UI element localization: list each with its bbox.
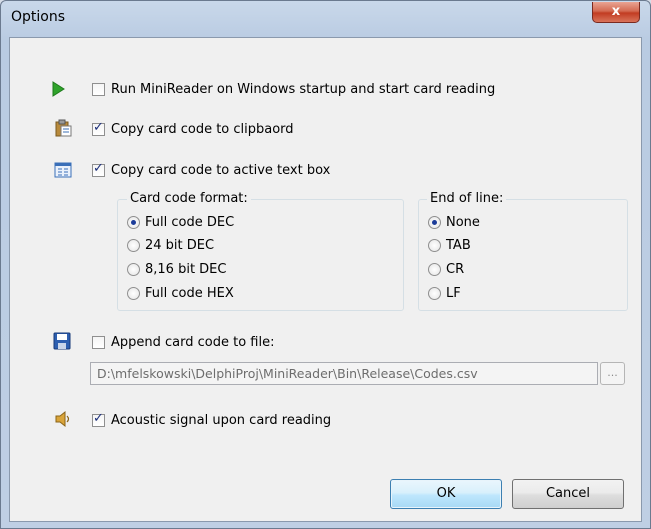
- eol-tab-label: TAB: [446, 238, 471, 253]
- eol-option-none[interactable]: None: [428, 215, 480, 230]
- copy-clipboard-checkbox[interactable]: [92, 120, 105, 136]
- eol-none-label: None: [446, 215, 480, 230]
- run-on-startup-option[interactable]: Run MiniReader on Windows startup and st…: [92, 82, 495, 97]
- eol-cr-label: CR: [446, 262, 465, 277]
- format-option-full-dec[interactable]: Full code DEC: [127, 215, 234, 230]
- eol-tab-radio[interactable]: [428, 239, 441, 252]
- run-on-startup-label: Run MiniReader on Windows startup and st…: [111, 82, 496, 97]
- title-bar[interactable]: Options x: [1, 1, 650, 35]
- format-full-hex-label: Full code HEX: [145, 286, 234, 301]
- format-24bit-dec-radio[interactable]: [127, 239, 140, 252]
- eol-lf-label: LF: [446, 286, 461, 301]
- eol-cr-radio[interactable]: [428, 263, 441, 276]
- format-full-dec-radio[interactable]: [127, 216, 140, 229]
- copy-clipboard-option[interactable]: Copy card code to clipbaord: [92, 120, 294, 137]
- card-code-format-title: Card code format:: [127, 191, 251, 206]
- eol-option-lf[interactable]: LF: [428, 286, 461, 301]
- eol-option-tab[interactable]: TAB: [428, 238, 471, 253]
- copy-textbox-checkbox[interactable]: [92, 161, 105, 177]
- textbox-icon: [54, 162, 72, 178]
- window-title: Options: [11, 9, 66, 25]
- format-full-hex-radio[interactable]: [127, 287, 140, 300]
- eol-option-cr[interactable]: CR: [428, 262, 464, 277]
- acoustic-label: Acoustic signal upon card reading: [111, 413, 332, 428]
- end-of-line-title: End of line:: [427, 191, 507, 206]
- format-8-16bit-dec-radio[interactable]: [127, 263, 140, 276]
- copy-textbox-option[interactable]: Copy card code to active text box: [92, 161, 331, 178]
- acoustic-checkbox[interactable]: [92, 411, 105, 427]
- eol-none-radio[interactable]: [428, 216, 441, 229]
- format-option-8-16bit-dec[interactable]: 8,16 bit DEC: [127, 262, 226, 277]
- close-button[interactable]: x: [592, 2, 640, 23]
- append-file-checkbox[interactable]: [92, 336, 105, 349]
- format-24bit-dec-label: 24 bit DEC: [145, 238, 215, 253]
- ok-button[interactable]: OK: [390, 479, 502, 509]
- format-option-full-hex[interactable]: Full code HEX: [127, 286, 234, 301]
- copy-textbox-label: Copy card code to active text box: [111, 163, 331, 178]
- cancel-button[interactable]: Cancel: [512, 479, 624, 509]
- speaker-icon: [55, 410, 70, 428]
- eol-lf-radio[interactable]: [428, 287, 441, 300]
- clipboard-icon: [55, 119, 72, 137]
- browse-button[interactable]: ...: [600, 362, 625, 385]
- format-full-dec-label: Full code DEC: [145, 215, 235, 230]
- run-on-startup-checkbox[interactable]: [92, 83, 105, 96]
- append-file-label: Append card code to file:: [111, 335, 275, 350]
- copy-clipboard-label: Copy card code to clipbaord: [111, 122, 294, 137]
- acoustic-option[interactable]: Acoustic signal upon card reading: [92, 411, 332, 428]
- file-path-input[interactable]: D:\mfelskowski\DelphiProj\MiniReader\Bin…: [90, 362, 598, 385]
- play-icon: [52, 81, 65, 97]
- dialog-body: Run MiniReader on Windows startup and st…: [9, 37, 642, 522]
- append-file-option[interactable]: Append card code to file:: [92, 335, 274, 350]
- format-8-16bit-dec-label: 8,16 bit DEC: [145, 262, 227, 277]
- floppy-disk-icon: [53, 332, 71, 350]
- options-dialog: Options x Run MiniReader on Windows star…: [0, 0, 651, 529]
- format-option-24bit-dec[interactable]: 24 bit DEC: [127, 238, 214, 253]
